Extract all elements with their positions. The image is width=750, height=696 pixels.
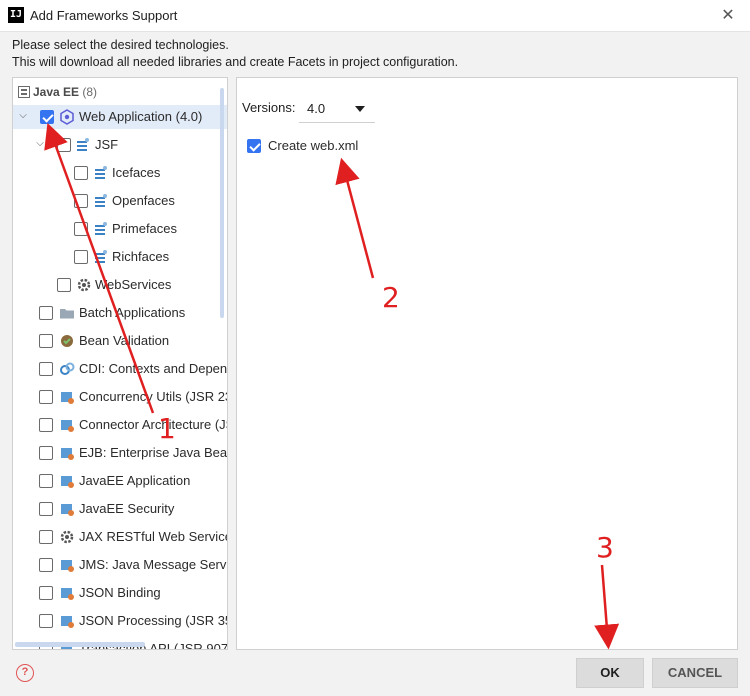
gear-icon <box>77 278 91 292</box>
cancel-button[interactable]: CANCEL <box>652 658 738 688</box>
tree-item-web-application[interactable]: ⌵ Web Application (4.0) <box>13 105 227 129</box>
create-webxml-option[interactable]: Create web.xml <box>247 137 387 157</box>
jsf-icon <box>95 250 107 263</box>
bean-validation-checkbox[interactable] <box>39 334 53 348</box>
openfaces-checkbox[interactable] <box>74 194 88 208</box>
jms-checkbox[interactable] <box>39 558 53 572</box>
cdi-checkbox[interactable] <box>39 362 53 376</box>
javaee-application-checkbox[interactable] <box>39 474 53 488</box>
description-line-1: Please select the desired technologies. <box>12 38 229 52</box>
annotation-number-2: 2 <box>382 281 400 314</box>
chevron-down-icon[interactable]: ⌵ <box>16 108 30 124</box>
webservices-checkbox[interactable] <box>57 278 71 292</box>
web-application-checkbox[interactable] <box>40 110 54 124</box>
tree-horizontal-scrollbar[interactable] <box>15 642 145 647</box>
icefaces-checkbox[interactable] <box>74 166 88 180</box>
jsf-icon <box>95 166 107 179</box>
title-bar: IJ Add Frameworks Support ✕ <box>0 0 750 32</box>
versions-dropdown[interactable]: 4.0 <box>299 93 375 123</box>
json-binding-checkbox[interactable] <box>39 586 53 600</box>
primefaces-checkbox[interactable] <box>74 222 88 236</box>
framework-settings-panel: Versions: 4.0 Create web.xml <box>236 77 738 650</box>
create-webxml-checkbox[interactable] <box>247 139 261 153</box>
javaee-security-checkbox[interactable] <box>39 502 53 516</box>
frameworks-tree[interactable]: Java EE (8) ⌵ Web Application (4.0) ⌵ JS… <box>12 77 228 650</box>
gear-icon <box>60 530 74 544</box>
versions-value: 4.0 <box>307 101 326 116</box>
module-icon <box>61 504 74 516</box>
module-icon <box>61 448 74 460</box>
json-processing-checkbox[interactable] <box>39 614 53 628</box>
ejb-checkbox[interactable] <box>39 446 53 460</box>
jsf-icon <box>77 138 89 151</box>
richfaces-checkbox[interactable] <box>74 250 88 264</box>
caret-down-icon <box>355 106 365 112</box>
module-icon <box>61 588 74 600</box>
cdi-icon <box>60 362 75 375</box>
intellij-logo-icon: IJ <box>8 7 24 23</box>
jsf-icon <box>95 194 107 207</box>
jax-rs-checkbox[interactable] <box>39 530 53 544</box>
module-icon <box>61 560 74 572</box>
versions-label: Versions: <box>242 100 296 115</box>
description-line-2: This will download all needed libraries … <box>12 55 459 69</box>
window-title: Add Frameworks Support <box>30 8 178 23</box>
annotation-number-3: 3 <box>596 531 614 564</box>
annotation-number-1: 1 <box>158 412 176 445</box>
jsf-checkbox[interactable] <box>57 138 71 152</box>
bean-icon <box>61 335 73 347</box>
web-app-icon <box>60 109 74 125</box>
group-label: Java EE (8) <box>33 85 98 99</box>
connector-architecture-checkbox[interactable] <box>39 418 53 432</box>
java-ee-icon <box>18 86 30 98</box>
tree-vertical-scrollbar[interactable] <box>220 88 224 318</box>
module-icon <box>61 392 74 404</box>
jsf-icon <box>95 222 107 235</box>
module-icon <box>61 616 74 628</box>
ok-button[interactable]: OK <box>576 658 644 688</box>
help-icon[interactable]: ? <box>16 664 34 682</box>
concurrency-utils-checkbox[interactable] <box>39 390 53 404</box>
module-icon <box>61 420 74 432</box>
folder-icon <box>60 309 74 319</box>
chevron-down-icon[interactable]: ⌵ <box>33 136 47 152</box>
batch-applications-checkbox[interactable] <box>39 306 53 320</box>
close-icon[interactable]: ✕ <box>718 6 738 26</box>
create-webxml-label: Create web.xml <box>268 138 359 153</box>
module-icon <box>61 476 74 488</box>
